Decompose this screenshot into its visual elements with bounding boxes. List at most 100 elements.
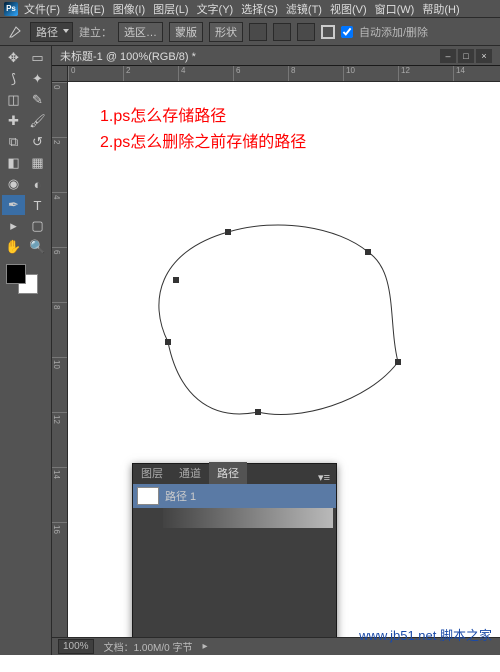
annotation-text: 1.ps怎么存储路径 2.ps怎么删除之前存储的路径 [100,104,306,155]
ruler-h-tick: 12 [398,66,410,81]
ruler-vertical[interactable]: 0 2 4 6 8 10 12 14 16 [52,82,68,637]
status-arrow-icon[interactable]: ▸ [203,641,208,652]
history-brush-tool[interactable]: ↺ [26,132,49,152]
make-selection-button[interactable]: 选区… [118,22,163,42]
dodge-tool[interactable]: ◐ [26,174,49,194]
anchor-point[interactable] [365,249,371,255]
menu-window[interactable]: 窗口(W) [373,1,417,17]
blur-tool[interactable]: ◉ [2,174,25,194]
eyedropper-tool[interactable]: ✎ [26,90,49,110]
path-row[interactable]: 路径 1 [133,484,336,508]
minimize-button[interactable]: – [440,49,456,63]
panel-tab-paths[interactable]: 路径 [209,462,247,484]
ruler-h-tick: 10 [343,66,355,81]
brush-tool[interactable]: 🖌 [26,111,49,131]
ruler-horizontal[interactable]: 0 2 4 6 8 10 12 14 [68,66,500,82]
ruler-h-tick: 2 [123,66,130,81]
path-row-label: 路径 1 [165,488,196,504]
tools-panel: ✥ ▭ ⟆ ✦ ◫ ✎ ✚ 🖌 ⧉ ↺ ◧ ▦ ◉ ◐ ✒ T ▸ ▢ ✋ 🔍 [0,46,52,655]
annotation-line-2: 2.ps怎么删除之前存储的路径 [100,130,306,156]
marquee-tool[interactable]: ▭ [26,48,49,68]
ruler-v-tick: 12 [52,412,67,424]
ruler-v-tick: 10 [52,357,67,369]
vector-path[interactable] [118,192,418,432]
menu-file[interactable]: 文件(F) [22,1,62,17]
redacted-area [163,508,333,528]
anchor-point[interactable] [225,229,231,235]
anchor-point[interactable] [173,277,179,283]
ruler-v-tick: 0 [52,82,67,89]
shape-tool[interactable]: ▢ [26,216,49,236]
pen-tool[interactable]: ✒ [2,195,25,215]
zoom-field[interactable]: 100% [58,639,94,654]
watermark: www.jb51.net 脚本之家 [359,625,492,644]
path-op-combine-icon[interactable] [249,23,267,41]
ruler-h-tick: 4 [178,66,185,81]
menu-image[interactable]: 图像(I) [111,1,147,17]
pen-tool-icon [6,23,24,41]
stamp-tool[interactable]: ⧉ [2,132,25,152]
crop-tool[interactable]: ◫ [2,90,25,110]
type-tool[interactable]: T [26,195,49,215]
path-align-icon[interactable] [273,23,291,41]
rubber-band-icon[interactable] [321,25,335,39]
ruler-v-tick: 2 [52,137,67,144]
healing-tool[interactable]: ✚ [2,111,25,131]
anchor-point[interactable] [395,359,401,365]
ps-logo-icon: Ps [4,2,18,16]
mode-dropdown[interactable]: 路径 [30,22,73,42]
panel-body: 路径 1 [133,484,336,637]
path-thumbnail [137,487,159,505]
maximize-button[interactable]: □ [458,49,474,63]
auto-add-delete-checkbox[interactable] [341,26,353,38]
panel-tabs: 图层 通道 路径 ▾≡ [133,464,336,484]
auto-add-delete-label: 自动添加/删除 [359,24,428,40]
photoshop-window: Ps 文件(F) 编辑(E) 图像(I) 图层(L) 文字(Y) 选择(S) 滤… [0,0,500,655]
menu-view[interactable]: 视图(V) [328,1,369,17]
panel-tab-layers[interactable]: 图层 [133,462,171,484]
ruler-v-tick: 8 [52,302,67,309]
make-mask-button[interactable]: 蒙版 [169,22,203,42]
paths-panel[interactable]: 图层 通道 路径 ▾≡ 路径 1 ● ○ [132,463,337,637]
ruler-v-tick: 14 [52,467,67,479]
path-select-tool[interactable]: ▸ [2,216,25,236]
menu-help[interactable]: 帮助(H) [420,1,461,17]
hand-tool[interactable]: ✋ [2,237,25,257]
options-bar: 路径 建立： 选区… 蒙版 形状 自动添加/删除 [0,18,500,46]
menu-edit[interactable]: 编辑(E) [66,1,107,17]
color-swatch[interactable] [2,262,49,296]
menu-filter[interactable]: 滤镜(T) [284,1,324,17]
foreground-color[interactable] [6,264,26,284]
workspace: ✥ ▭ ⟆ ✦ ◫ ✎ ✚ 🖌 ⧉ ↺ ◧ ▦ ◉ ◐ ✒ T ▸ ▢ ✋ 🔍 [0,46,500,655]
anchor-point[interactable] [255,409,261,415]
document-tab-title: 未标题-1 @ 100%(RGB/8) * [60,48,196,64]
ruler-h-tick: 6 [233,66,240,81]
move-tool[interactable]: ✥ [2,48,25,68]
eraser-tool[interactable]: ◧ [2,153,25,173]
document-area: 未标题-1 @ 100%(RGB/8) * – □ × 0 2 4 6 8 10… [52,46,500,655]
zoom-tool[interactable]: 🔍 [26,237,49,257]
ruler-v-tick: 4 [52,192,67,199]
anchor-point[interactable] [165,339,171,345]
build-label: 建立： [79,24,112,40]
ruler-h-tick: 14 [453,66,465,81]
make-shape-button[interactable]: 形状 [209,22,243,42]
close-button[interactable]: × [476,49,492,63]
panel-tab-channels[interactable]: 通道 [171,462,209,484]
magic-wand-tool[interactable]: ✦ [26,69,49,89]
canvas-wrap: 0 2 4 6 8 10 12 14 0 2 4 6 8 10 12 [52,66,500,637]
ruler-corner [52,66,68,82]
lasso-tool[interactable]: ⟆ [2,69,25,89]
menu-type[interactable]: 文字(Y) [195,1,236,17]
menu-layer[interactable]: 图层(L) [151,1,190,17]
path-arrange-icon[interactable] [297,23,315,41]
ruler-v-tick: 6 [52,247,67,254]
annotation-line-1: 1.ps怎么存储路径 [100,104,306,130]
ruler-h-tick: 0 [68,66,75,81]
doc-info: 文档：1.00M/0 字节 [104,639,193,654]
panel-menu-icon[interactable]: ▾≡ [312,471,336,484]
menu-select[interactable]: 选择(S) [239,1,280,17]
document-tab[interactable]: 未标题-1 @ 100%(RGB/8) * – □ × [52,46,500,66]
gradient-tool[interactable]: ▦ [26,153,49,173]
ruler-h-tick: 8 [288,66,295,81]
